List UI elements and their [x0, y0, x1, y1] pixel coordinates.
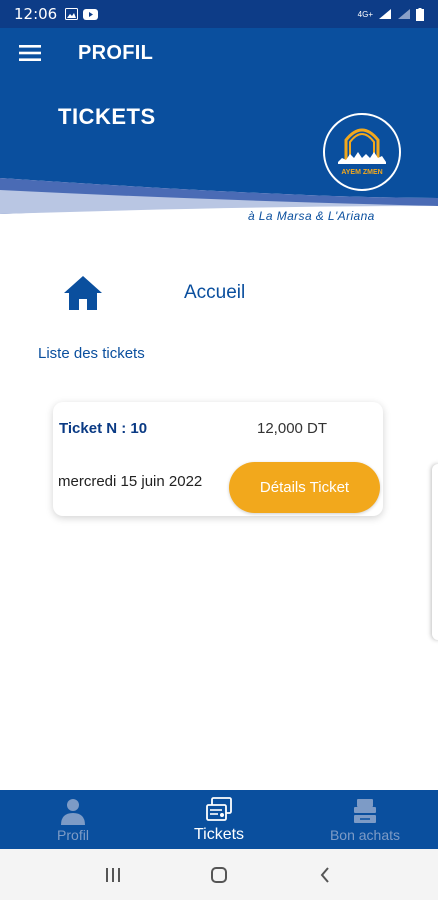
side-drawer-handle[interactable]: [432, 464, 438, 640]
tagline: à La Marsa & L'Ariana: [248, 209, 375, 223]
nav-label-bon-achats: Bon achats: [329, 826, 401, 843]
home-label: Accueil: [184, 282, 246, 303]
bottom-nav: Profil Tickets Bon achats: [0, 790, 438, 849]
status-notification-icons: [65, 8, 99, 20]
home-icon: [64, 276, 102, 310]
nav-item-bon-achats[interactable]: Bon achats: [292, 790, 438, 849]
status-time: 12:06: [14, 5, 58, 23]
wifi-signal-icon: [379, 9, 391, 19]
hero-title: TICKETS: [58, 104, 156, 129]
nav-label-profil: Profil: [57, 826, 89, 843]
recent-apps-icon: [106, 867, 120, 882]
voucher-icon: [354, 798, 376, 823]
home-link[interactable]: Accueil: [62, 268, 322, 318]
nav-item-tickets[interactable]: Tickets: [146, 790, 292, 849]
nav-item-profil[interactable]: Profil: [0, 790, 146, 849]
logo-text: AYEM ZMEN: [341, 169, 382, 176]
cell-signal-icon: [398, 9, 410, 19]
page-title: PROFIL: [78, 41, 154, 64]
back-chevron-icon: [320, 866, 329, 883]
back-button[interactable]: [305, 855, 345, 895]
battery-icon: [416, 7, 424, 21]
ticket-card: Ticket N : 10 12,000 DT mercredi 15 juin…: [53, 402, 383, 516]
hamburger-menu-icon: [19, 45, 41, 61]
status-bar: 12:06 4G+: [0, 0, 438, 28]
youtube-icon: [83, 8, 99, 20]
ayem-zmen-logo: AYEM ZMEN: [323, 113, 401, 191]
circle-home-icon: [211, 866, 227, 883]
home-system-button[interactable]: [199, 855, 239, 895]
person-icon: [61, 798, 85, 825]
menu-button[interactable]: [0, 28, 60, 78]
gallery-icon: [65, 8, 79, 20]
ticket-date: mercredi 15 juin 2022: [58, 473, 203, 490]
status-right-icons: 4G+: [357, 7, 424, 21]
recent-apps-button[interactable]: [93, 855, 133, 895]
network-type: 4G+: [357, 9, 373, 19]
ticket-list-title: Liste des tickets: [38, 345, 145, 362]
app-bar: PROFIL: [0, 28, 438, 78]
nav-label-tickets: Tickets: [193, 825, 245, 843]
ticket-number: Ticket N : 10: [59, 420, 148, 437]
ticket-details-button[interactable]: Détails Ticket: [229, 462, 380, 513]
ticket-amount: 12,000 DT: [257, 420, 328, 437]
tickets-icon: [206, 796, 232, 821]
system-nav-bar: [0, 849, 438, 900]
